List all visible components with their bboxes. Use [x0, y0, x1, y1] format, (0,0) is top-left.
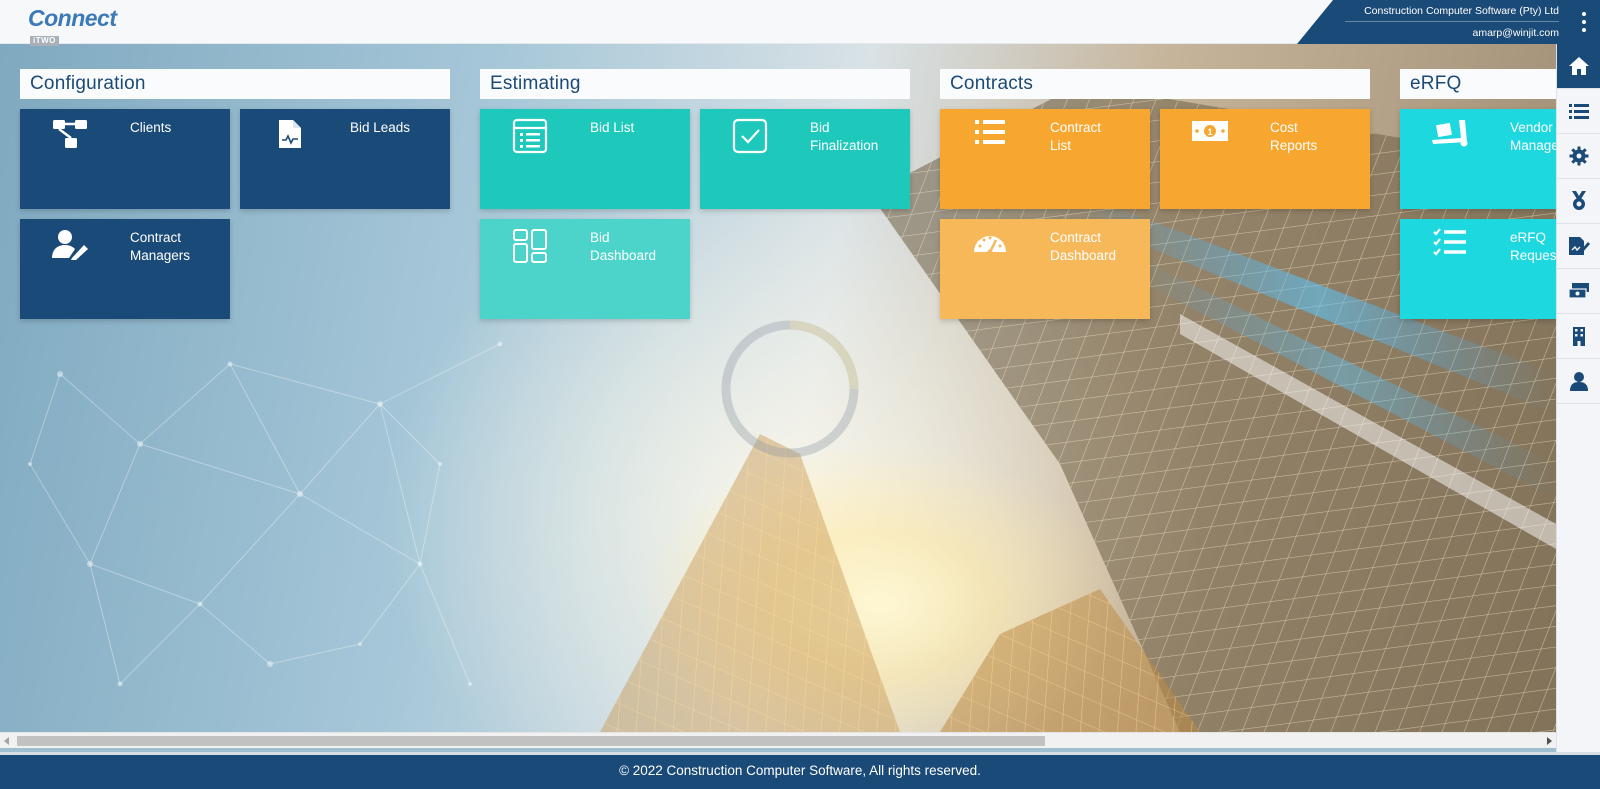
signature-icon	[1569, 237, 1590, 255]
nav-awards[interactable]	[1557, 179, 1600, 224]
tile-label: Bid Leads	[350, 120, 411, 135]
scroll-right-arrow-icon[interactable]	[1547, 737, 1552, 745]
document-chart-icon	[270, 118, 310, 152]
tile-contract-managers[interactable]: Contract Managers	[20, 219, 230, 319]
scroll-left-arrow-icon[interactable]	[4, 737, 9, 745]
user-email: amarp@winjit.com	[1472, 27, 1559, 39]
right-nav-bar	[1556, 44, 1600, 752]
tile-bid-dashboard[interactable]: Bid Dashboard	[480, 219, 690, 319]
dashboard-layout-icon	[510, 228, 550, 263]
nav-list[interactable]	[1557, 89, 1600, 134]
nav-settings[interactable]	[1557, 134, 1600, 179]
top-header: Connect iTWO Construction Computer Softw…	[0, 0, 1600, 46]
scrollbar-thumb[interactable]	[17, 736, 1045, 746]
nav-home[interactable]	[1557, 44, 1600, 89]
building-icon	[1573, 327, 1585, 346]
logo-brand-text: Connect	[28, 5, 117, 31]
list-box-icon	[510, 118, 550, 154]
tile-erfq-requests[interactable]: eRFQ Reques	[1400, 219, 1556, 319]
user-edit-icon	[50, 228, 90, 262]
tile-contract-list[interactable]: Contract List	[940, 109, 1150, 209]
tile-contract-dashboard[interactable]: Contract Dashboard	[940, 219, 1150, 319]
home-icon	[1569, 57, 1589, 75]
money-bill-icon: 1	[1190, 118, 1230, 152]
kebab-menu-icon[interactable]	[1580, 12, 1588, 32]
nav-user[interactable]	[1557, 359, 1600, 404]
tile-clients[interactable]: Clients	[20, 109, 230, 209]
nav-payments[interactable]	[1557, 269, 1600, 314]
company-name: Construction Computer Software (Pty) Ltd	[1364, 5, 1559, 17]
tile-bid-list[interactable]: Bid List	[480, 109, 690, 209]
tile-vendor-management[interactable]: Vendor Manage	[1400, 109, 1556, 209]
tile-label: Contract List	[1050, 120, 1102, 153]
section-title-configuration: Configuration	[20, 69, 450, 99]
bullet-list-icon	[970, 118, 1010, 152]
tile-label: Bid List	[590, 120, 635, 135]
list-icon	[1569, 104, 1589, 119]
checkbox-icon	[730, 118, 770, 154]
tile-bid-leads[interactable]: Bid Leads	[240, 109, 450, 209]
account-panel: Construction Computer Software (Pty) Ltd…	[1297, 0, 1600, 44]
tile-label: Contract Managers	[130, 230, 191, 263]
nav-signatures[interactable]	[1557, 224, 1600, 269]
medal-icon	[1572, 191, 1586, 210]
user-icon	[1570, 372, 1588, 391]
section-title-contracts: Contracts	[940, 69, 1370, 99]
tile-label: eRFQ Reques	[1510, 230, 1556, 263]
hierarchy-icon	[50, 118, 90, 152]
dolly-icon	[1430, 118, 1470, 152]
tile-bid-finalization[interactable]: Bid Finalization	[700, 109, 910, 209]
tile-cost-reports[interactable]: 1 Cost Reports	[1160, 109, 1370, 209]
checklist-icon	[1430, 228, 1470, 262]
section-title-estimating: Estimating	[480, 69, 910, 99]
tile-label: Bid Dashboard	[590, 230, 657, 263]
horizontal-scrollbar[interactable]	[0, 732, 1556, 748]
footer-copyright: © 2022 Construction Computer Software, A…	[0, 752, 1600, 789]
tile-label: Cost Reports	[1270, 120, 1318, 153]
tile-label: Bid Finalization	[810, 120, 879, 153]
tile-label: Contract Dashboard	[1050, 230, 1117, 263]
section-title-erfq: eRFQ	[1400, 69, 1556, 99]
logo-sub-text: iTWO	[30, 36, 59, 46]
money-stack-icon	[1568, 283, 1589, 299]
tile-label: Vendor Manage	[1510, 120, 1556, 153]
gauge-icon	[970, 228, 1010, 262]
nav-buildings[interactable]	[1557, 314, 1600, 359]
connect-itwo-logo[interactable]: Connect iTWO	[28, 5, 118, 46]
svg-text:1: 1	[1207, 127, 1212, 137]
gear-icon	[1569, 146, 1589, 166]
account-divider	[1345, 21, 1559, 22]
tile-label: Clients	[130, 120, 172, 135]
